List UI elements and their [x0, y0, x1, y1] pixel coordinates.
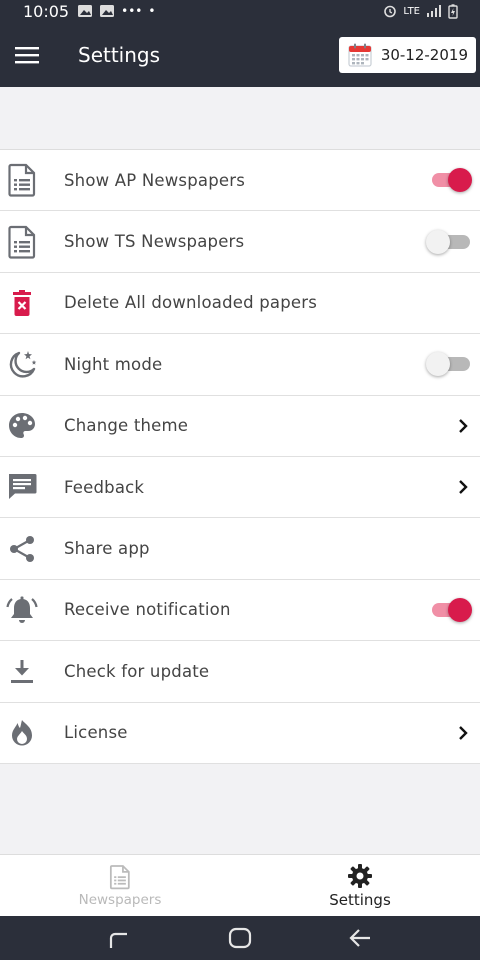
night-mode-toggle[interactable] — [426, 352, 470, 377]
setting-share-app[interactable]: Share app — [0, 518, 480, 580]
signal-icon — [427, 5, 441, 17]
setting-license[interactable]: License — [0, 703, 480, 764]
menu-button[interactable] — [2, 30, 52, 80]
newspaper-icon — [109, 864, 130, 889]
status-more-dots: ••• — [121, 4, 143, 18]
newspaper-icon — [8, 164, 36, 197]
home-icon — [228, 927, 252, 949]
setting-label: Delete All downloaded papers — [64, 293, 318, 313]
nav-label: Settings — [329, 890, 391, 909]
delete-icon — [13, 289, 31, 316]
nav-settings[interactable]: Settings — [240, 855, 480, 916]
setting-label: Change theme — [64, 416, 189, 436]
date-picker-button[interactable]: 30-12-2019 — [338, 36, 476, 73]
back-button[interactable] — [340, 918, 380, 958]
network-type-label: LTE — [403, 5, 420, 17]
home-button[interactable] — [220, 918, 260, 958]
hamburger-menu-icon — [15, 46, 39, 63]
recent-apps-button[interactable] — [100, 918, 140, 958]
setting-label: Show AP Newspapers — [64, 170, 246, 190]
page-title: Settings — [78, 42, 161, 67]
setting-label: Receive notification — [64, 600, 231, 620]
chevron-right-icon — [459, 418, 468, 433]
setting-label: License — [64, 723, 128, 743]
selected-date: 30-12-2019 — [380, 45, 468, 64]
receive-notification-toggle[interactable] — [432, 597, 472, 622]
status-bar: 10:05 ••• • LTE — [0, 0, 480, 22]
setting-night-mode[interactable]: Night mode — [0, 334, 480, 396]
setting-label: Night mode — [64, 354, 163, 374]
setting-feedback[interactable]: Feedback — [0, 457, 480, 519]
system-navigation-bar — [0, 916, 480, 960]
palette-icon — [9, 412, 35, 438]
status-dot: • — [148, 4, 156, 18]
status-notification-icons: ••• • — [77, 4, 155, 18]
bell-icon — [6, 596, 38, 623]
setting-label: Share app — [64, 539, 150, 559]
recent-apps-icon — [109, 932, 127, 948]
share-icon — [10, 535, 34, 562]
setting-check-for-update[interactable]: Check for update — [0, 641, 480, 703]
settings-list: Show AP Newspapers Show TS Newspapers De… — [0, 149, 480, 764]
setting-label: Feedback — [64, 477, 145, 497]
gallery-icon — [78, 5, 93, 17]
gear-icon — [348, 863, 372, 888]
setting-show-ts-newspapers[interactable]: Show TS Newspapers — [0, 211, 480, 273]
setting-delete-downloaded-papers[interactable]: Delete All downloaded papers — [0, 273, 480, 335]
bottom-navigation: Newspapers Settings — [0, 854, 480, 916]
gallery-icon — [100, 5, 115, 17]
nav-newspapers[interactable]: Newspapers — [0, 855, 240, 916]
license-icon — [12, 719, 32, 746]
back-arrow-icon — [349, 929, 370, 947]
settings-content: Show AP Newspapers Show TS Newspapers De… — [0, 87, 480, 854]
alarm-icon — [384, 5, 397, 18]
chevron-right-icon — [459, 725, 468, 740]
download-icon — [11, 660, 33, 684]
nav-label: Newspapers — [78, 891, 162, 908]
battery-icon — [448, 3, 458, 19]
setting-receive-notification[interactable]: Receive notification — [0, 580, 480, 642]
chevron-right-icon — [459, 480, 468, 494]
newspaper-icon — [8, 225, 36, 259]
setting-label: Check for update — [64, 661, 210, 681]
status-system-icons: LTE — [383, 3, 458, 19]
app-bar: Settings 30-12-2019 — [0, 22, 480, 87]
setting-show-ap-newspapers[interactable]: Show AP Newspapers — [0, 150, 480, 212]
night-mode-icon — [9, 351, 37, 378]
setting-change-theme[interactable]: Change theme — [0, 396, 480, 457]
show-ts-newspapers-toggle[interactable] — [426, 229, 470, 254]
setting-label: Show TS Newspapers — [64, 232, 245, 252]
show-ap-newspapers-toggle[interactable] — [432, 168, 472, 193]
calendar-icon — [348, 43, 372, 67]
feedback-icon — [9, 474, 37, 500]
status-time: 10:05 — [23, 1, 70, 21]
